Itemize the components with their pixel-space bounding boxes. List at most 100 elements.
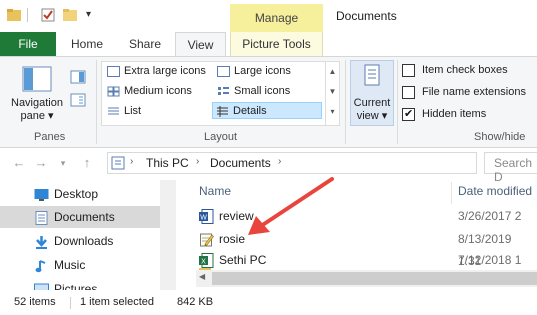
file-name-extensions-label: File name extensions [422, 86, 526, 98]
current-view-label: Current view ▾ [350, 97, 394, 123]
nav-item-music[interactable]: Music [0, 254, 160, 276]
extra-large-icons-icon [107, 66, 120, 77]
file-row-rosie[interactable]: rosie 8/13/2019 1:31 [178, 228, 537, 268]
desktop-icon [34, 187, 49, 201]
layout-medium-icons-label: Medium icons [124, 85, 192, 97]
qat-dropdown-icon[interactable]: ▾ [86, 9, 91, 20]
breadcrumb-chevron-icon[interactable]: › [130, 156, 133, 167]
layout-large-icons[interactable]: Large icons [214, 63, 320, 80]
breadcrumb-this-pc[interactable]: This PC [146, 156, 189, 170]
notepad-icon [199, 232, 214, 247]
excel-icon: X [199, 253, 214, 268]
tab-home[interactable]: Home [62, 32, 112, 56]
properties-icon[interactable] [40, 7, 56, 23]
layout-details-label: Details [233, 105, 267, 117]
tab-share[interactable]: Share [120, 32, 170, 56]
forward-arrow-icon[interactable]: → [34, 155, 48, 171]
layout-small-icons[interactable]: Small icons [214, 83, 320, 100]
documents-icon [34, 210, 49, 225]
downloads-icon [34, 234, 49, 249]
breadcrumb-chevron-icon[interactable]: › [196, 156, 199, 167]
navigation-pane-button[interactable]: Navigation pane ▾ [4, 97, 70, 123]
nav-pane-scrollbar[interactable] [160, 180, 176, 290]
navigation-pane-sublabel: pane ▾ [20, 110, 54, 122]
layout-details[interactable]: Details [212, 102, 322, 119]
nav-item-downloads[interactable]: Downloads [0, 230, 160, 252]
tab-picture-tools[interactable]: Picture Tools [230, 32, 323, 56]
svg-text:W: W [200, 215, 207, 222]
file-date: 3/26/2017 2 [458, 209, 522, 223]
search-placeholder: Search D [494, 156, 533, 184]
word-doc-icon: W [199, 209, 214, 224]
panes-group-label: Panes [34, 131, 66, 143]
medium-icons-icon [107, 86, 120, 97]
layout-medium-icons[interactable]: Medium icons [104, 83, 210, 100]
nav-item-label: Downloads [54, 234, 114, 248]
current-view-line2: view ▾ [356, 110, 388, 122]
nav-item-pictures-row: Pictures [0, 278, 160, 290]
list-icon [107, 106, 120, 117]
nav-item-documents[interactable]: Documents [0, 206, 160, 228]
column-separator[interactable] [451, 182, 452, 204]
navigation-pane-icon[interactable] [22, 66, 52, 92]
status-size: 842 KB [177, 296, 214, 308]
group-separator [96, 60, 97, 144]
column-header-name[interactable]: Name [199, 184, 231, 198]
file-name: Sethi PC [219, 253, 267, 267]
layout-scroll[interactable]: ▲ ▼ ▾ [325, 62, 339, 125]
folder-icon[interactable] [6, 7, 22, 23]
preview-pane-icon[interactable] [70, 70, 86, 84]
file-name-extensions-checkbox[interactable] [402, 86, 415, 99]
nav-item-label: Music [54, 258, 86, 272]
hidden-items-checkbox[interactable] [402, 107, 415, 121]
navigation-pane-label: Navigation [11, 97, 63, 109]
breadcrumb-chevron-icon[interactable]: › [278, 156, 281, 167]
group-separator [397, 60, 398, 144]
recent-locations-icon[interactable]: ▾ [56, 155, 70, 171]
layout-list[interactable]: List [104, 103, 210, 120]
current-view-line1: Current [353, 97, 391, 109]
new-folder-icon[interactable] [62, 7, 78, 23]
layout-group-label: Layout [204, 131, 238, 143]
column-header-date-modified[interactable]: Date modified [458, 184, 532, 198]
large-icons-icon [217, 66, 230, 77]
item-check-boxes-label: Item check boxes [422, 64, 508, 76]
tab-file[interactable]: File [0, 32, 56, 56]
nav-item-desktop[interactable]: Desktop [0, 183, 160, 205]
group-separator [345, 60, 346, 144]
layout-large-icons-label: Large icons [234, 65, 291, 77]
annotation-arrow-icon [240, 172, 340, 242]
music-icon [34, 258, 49, 273]
svg-text:X: X [201, 259, 206, 266]
nav-item-label: Desktop [54, 187, 99, 201]
manage-label: Manage [254, 11, 299, 25]
scroll-left-icon[interactable]: ◀ [199, 272, 205, 281]
status-item-count: 52 items [14, 296, 56, 308]
breadcrumb-documents[interactable]: Documents [210, 156, 271, 170]
nav-item-label: Documents [54, 210, 115, 224]
back-arrow-icon[interactable]: ← [12, 155, 26, 171]
hidden-items-label: Hidden items [422, 108, 487, 120]
pictures-icon [34, 282, 49, 290]
show-hide-group-label: Show/hide [474, 131, 526, 143]
status-selected: 1 item selected [80, 296, 154, 308]
file-date: 7/12/2018 1 [458, 253, 522, 267]
small-icons-icon [217, 86, 230, 97]
details-pane-icon[interactable] [70, 93, 86, 107]
nav-item-pictures[interactable]: Pictures [0, 278, 160, 290]
layout-list-label: List [124, 105, 142, 117]
scrollbar-thumb[interactable] [212, 272, 537, 285]
file-row-review[interactable]: W review 3/26/2017 2 [178, 205, 537, 227]
sort-by-icon [362, 64, 382, 86]
layout-extra-large-icons-label: Extra large icons [124, 65, 206, 77]
up-arrow-icon[interactable]: ↑ [80, 155, 94, 171]
tab-view[interactable]: View [175, 32, 226, 57]
status-separator [70, 297, 71, 309]
layout-extra-large-icons[interactable]: Extra large icons [104, 63, 210, 80]
file-row-sethi-pc[interactable]: X Sethi PC 7/12/2018 1 [178, 249, 537, 271]
this-pc-icon [111, 155, 125, 171]
layout-small-icons-label: Small icons [234, 85, 291, 97]
item-check-boxes-checkbox[interactable] [402, 64, 415, 77]
details-icon [216, 106, 229, 117]
window-title: Documents [336, 9, 397, 23]
